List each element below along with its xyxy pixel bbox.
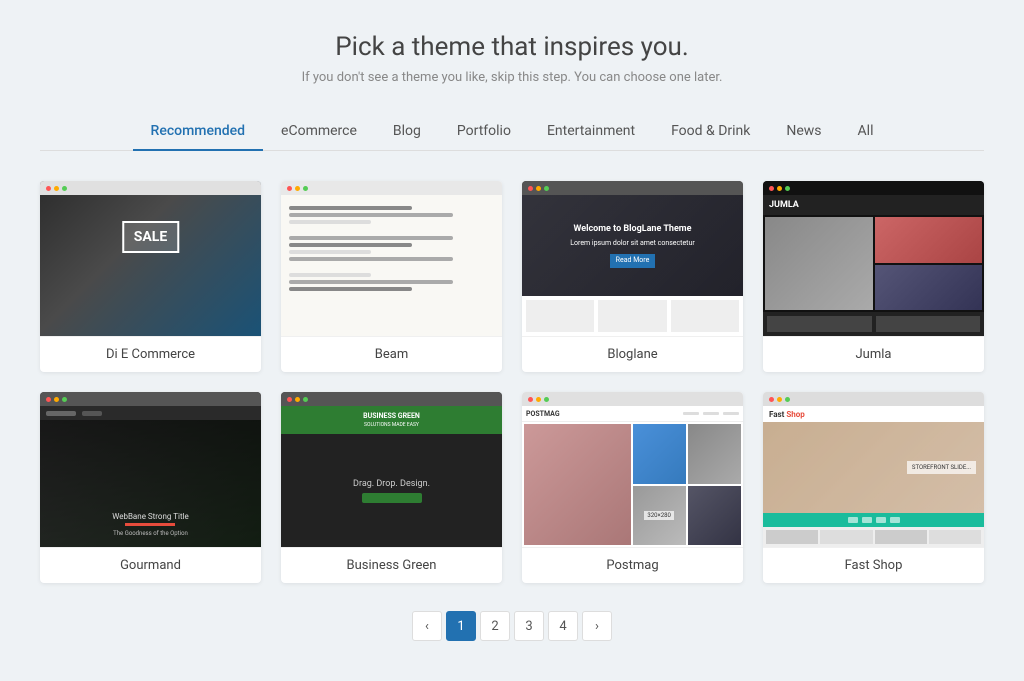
prev-page-button[interactable]: ‹ [412, 611, 442, 641]
browser-bar [281, 181, 502, 195]
dot-green [544, 186, 549, 191]
theme-preview-gourmand: WebBane Strong Title The Goodness of the… [40, 392, 261, 547]
browser-bar [522, 181, 743, 195]
theme-card-bloglane[interactable]: Welcome to BlogLane Theme Lorem ipsum do… [522, 181, 743, 372]
browser-bar [40, 181, 261, 195]
themes-grid: SALE Di E Commerce [40, 181, 984, 583]
page-1-button[interactable]: 1 [446, 611, 476, 641]
sale-badge: SALE [122, 221, 179, 253]
theme-name-gourmand: Gourmand [40, 547, 261, 583]
tab-news[interactable]: News [768, 113, 839, 151]
tab-blog[interactable]: Blog [375, 113, 439, 151]
theme-card-fast-shop[interactable]: Fast Shop STOREFRONT SLIDE... [763, 392, 984, 583]
theme-preview-jumla: JUMLA [763, 181, 984, 336]
theme-card-beam[interactable]: Beam [281, 181, 502, 372]
theme-card-postmag[interactable]: POSTMAG 320×280 Postmag [522, 392, 743, 583]
theme-tabs: Recommended eCommerce Blog Portfolio Ent… [40, 113, 984, 151]
dot-green [62, 186, 67, 191]
dot-yellow [54, 186, 59, 191]
page-title: Pick a theme that inspires you. [40, 32, 984, 62]
dot-yellow [295, 186, 300, 191]
theme-preview-bloglane: Welcome to BlogLane Theme Lorem ipsum do… [522, 181, 743, 336]
theme-preview-postmag: POSTMAG 320×280 [522, 392, 743, 547]
page-2-button[interactable]: 2 [480, 611, 510, 641]
dot-yellow [536, 186, 541, 191]
pagination: ‹ 1 2 3 4 › [40, 611, 984, 641]
theme-name-beam: Beam [281, 336, 502, 372]
theme-preview-di-ecommerce: SALE [40, 181, 261, 336]
page-subtitle: If you don't see a theme you like, skip … [40, 70, 984, 85]
theme-card-di-ecommerce[interactable]: SALE Di E Commerce [40, 181, 261, 372]
theme-card-jumla[interactable]: JUMLA Jumla [763, 181, 984, 372]
theme-name-fast-shop: Fast Shop [763, 547, 984, 583]
theme-preview-fast-shop: Fast Shop STOREFRONT SLIDE... [763, 392, 984, 547]
theme-name-postmag: Postmag [522, 547, 743, 583]
dot-red [46, 186, 51, 191]
page-3-button[interactable]: 3 [514, 611, 544, 641]
bloglane-hero: Welcome to BlogLane Theme Lorem ipsum do… [522, 195, 743, 296]
page-4-button[interactable]: 4 [548, 611, 578, 641]
theme-name-bloglane: Bloglane [522, 336, 743, 372]
theme-preview-beam [281, 181, 502, 336]
tab-portfolio[interactable]: Portfolio [439, 113, 529, 151]
next-page-button[interactable]: › [582, 611, 612, 641]
dot-green [303, 186, 308, 191]
tab-recommended[interactable]: Recommended [133, 113, 264, 151]
page-container: Pick a theme that inspires you. If you d… [0, 0, 1024, 681]
theme-name-di-ecommerce: Di E Commerce [40, 336, 261, 372]
dot-red [287, 186, 292, 191]
theme-name-business-green: Business Green [281, 547, 502, 583]
beam-content [281, 195, 502, 302]
theme-preview-business-green: BUSINESS GREENSOLUTIONS MADE EASY Drag. … [281, 392, 502, 547]
tab-food-drink[interactable]: Food & Drink [653, 113, 768, 151]
page-header: Pick a theme that inspires you. If you d… [40, 32, 984, 85]
tab-all[interactable]: All [840, 113, 892, 151]
theme-card-gourmand[interactable]: WebBane Strong Title The Goodness of the… [40, 392, 261, 583]
preview-content: SALE [40, 195, 261, 336]
tab-ecommerce[interactable]: eCommerce [263, 113, 375, 151]
dot-red [528, 186, 533, 191]
theme-name-jumla: Jumla [763, 336, 984, 372]
theme-card-business-green[interactable]: BUSINESS GREENSOLUTIONS MADE EASY Drag. … [281, 392, 502, 583]
tab-entertainment[interactable]: Entertainment [529, 113, 653, 151]
